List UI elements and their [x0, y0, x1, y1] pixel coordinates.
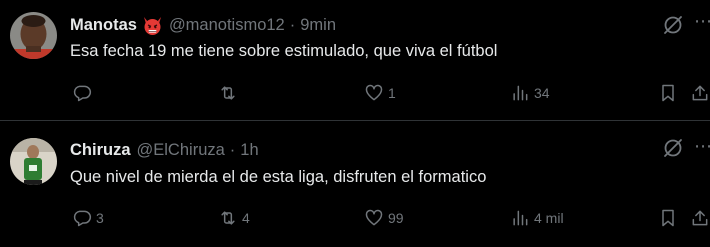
views-button[interactable]: 4 mil — [510, 206, 564, 230]
tweet-text: Que nivel de mierda el de esta liga, dis… — [70, 168, 487, 186]
repost-icon — [221, 86, 235, 100]
bookmark-icon — [662, 84, 674, 102]
more-options-icon[interactable]: ⋯ — [694, 136, 710, 157]
devil-emoji-icon — [142, 15, 163, 36]
tweet[interactable]: Chiruza @ElChiruza · 1h ⋯ Que nivel de m… — [0, 121, 710, 247]
tweet-actions: 3 4 99 4 mil — [0, 206, 710, 230]
tweet[interactable]: Manotas @manotismo12 · 9min ⋯ Esa fecha … — [0, 0, 710, 120]
view-count: 4 mil — [534, 210, 564, 226]
views-button[interactable]: 34 — [510, 81, 550, 105]
repost-icon — [221, 211, 235, 225]
tweet-actions: 1 34 — [0, 81, 710, 105]
repost-button[interactable] — [218, 81, 242, 105]
separator-dot: · — [289, 15, 296, 34]
tweet-header: Manotas @manotismo12 · 9min — [70, 13, 336, 37]
avatar[interactable] — [10, 138, 57, 185]
avatar[interactable] — [10, 12, 57, 59]
user-handle[interactable]: @ElChiruza — [137, 141, 225, 160]
reply-icon — [73, 85, 92, 102]
timestamp[interactable]: 1h — [240, 141, 258, 160]
user-handle[interactable]: @manotismo12 — [169, 16, 285, 35]
tweet-text: Esa fecha 19 me tiene sobre estimulado, … — [70, 42, 498, 60]
separator-dot: · — [229, 140, 236, 159]
share-icon — [692, 85, 708, 101]
like-count: 99 — [388, 210, 404, 226]
bookmark-button[interactable] — [658, 206, 678, 230]
tweet-header: Chiruza @ElChiruza · 1h — [70, 138, 259, 162]
reply-icon — [73, 210, 92, 227]
views-chart-icon — [513, 210, 528, 226]
timestamp[interactable]: 9min — [300, 16, 336, 35]
grok-icon[interactable] — [662, 14, 684, 36]
share-button[interactable] — [690, 206, 710, 230]
reply-button[interactable] — [72, 81, 96, 105]
reply-count: 3 — [96, 210, 104, 226]
views-chart-icon — [513, 85, 528, 101]
display-name[interactable]: Chiruza — [70, 141, 131, 160]
more-options-icon[interactable]: ⋯ — [694, 11, 710, 32]
repost-count: 4 — [242, 210, 250, 226]
view-count: 34 — [534, 85, 550, 101]
reply-button[interactable]: 3 — [72, 206, 104, 230]
grok-icon[interactable] — [662, 137, 684, 159]
bookmark-button[interactable] — [658, 81, 678, 105]
heart-icon — [365, 209, 383, 226]
like-count: 1 — [388, 85, 396, 101]
like-button[interactable]: 1 — [364, 81, 396, 105]
heart-icon — [365, 84, 383, 101]
display-name[interactable]: Manotas — [70, 16, 137, 35]
share-icon — [692, 210, 708, 226]
bookmark-icon — [662, 209, 674, 227]
share-button[interactable] — [690, 81, 710, 105]
like-button[interactable]: 99 — [364, 206, 404, 230]
repost-button[interactable]: 4 — [218, 206, 250, 230]
